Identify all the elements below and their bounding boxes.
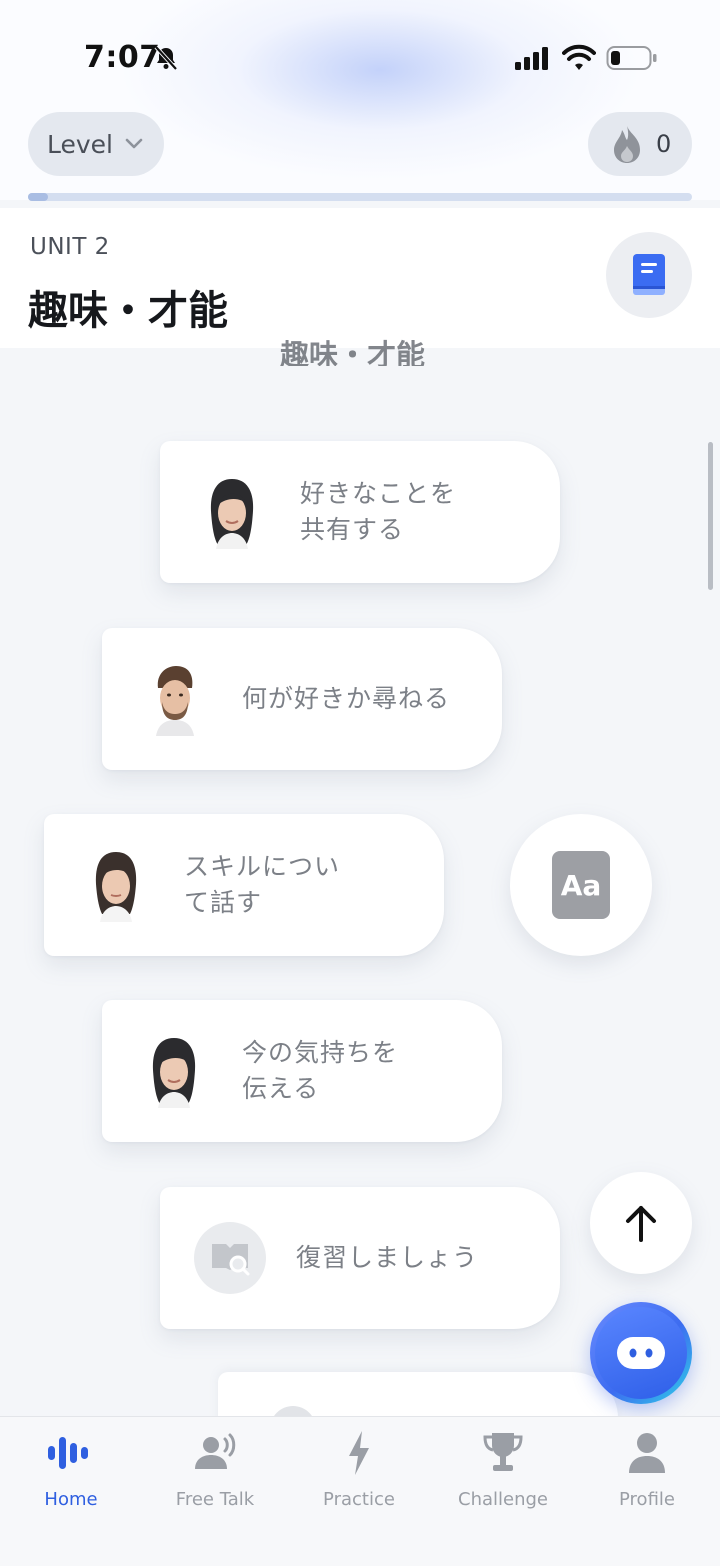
lesson-card-review[interactable]: 復習しましょう	[160, 1187, 560, 1329]
person-icon	[629, 1433, 665, 1473]
unit-header: UNIT 2 趣味・才能	[0, 208, 720, 348]
lesson-card[interactable]: 好きなことを 共有する	[160, 441, 560, 583]
vocabulary-icon: Aa	[552, 851, 610, 919]
lesson-label: 復習しましょう	[296, 1243, 479, 1272]
unit-label: UNIT 2	[30, 234, 110, 260]
tab-label: Practice	[323, 1489, 395, 1510]
flame-icon	[614, 126, 640, 163]
woman-portrait-avatar	[152, 1038, 196, 1108]
lesson-card[interactable]: 何が好きか尋ねる	[102, 628, 502, 770]
voice-wave-icon	[48, 1437, 88, 1469]
lesson-label: スキルについ て話す	[184, 852, 341, 917]
level-progress-fill	[28, 193, 48, 201]
tab-label: Free Talk	[175, 1489, 255, 1510]
status-time: 7:07	[84, 40, 161, 75]
arrow-up-icon	[626, 1206, 656, 1242]
signal-icon	[515, 47, 548, 70]
lightning-icon	[349, 1431, 369, 1475]
assistant-inner	[595, 1307, 687, 1399]
unit-guide-button[interactable]	[606, 232, 692, 318]
speaking-person-icon	[195, 1433, 236, 1469]
level-progress-bar	[28, 193, 692, 201]
lesson-card[interactable]: 今の気持ちを 伝える	[102, 1000, 502, 1142]
status-bar: 7:07	[0, 0, 720, 112]
tab-free-talk[interactable]: Free Talk	[143, 1429, 287, 1519]
tab-home[interactable]: Home	[0, 1429, 143, 1519]
lesson-label: 何が好きか尋ねる	[242, 684, 451, 713]
review-icon-badge	[194, 1222, 266, 1294]
lesson-label: 好きなことを 共有する	[300, 479, 457, 544]
tab-practice[interactable]: Practice	[287, 1429, 431, 1519]
scrollbar[interactable]	[708, 442, 713, 590]
trophy-icon	[483, 1433, 523, 1471]
tab-challenge[interactable]: Challenge	[431, 1429, 575, 1519]
chevron-down-icon	[125, 138, 143, 149]
tab-label: Home	[44, 1489, 98, 1510]
wifi-icon	[562, 44, 596, 70]
scroll-to-top-button[interactable]	[590, 1172, 692, 1274]
tab-profile[interactable]: Profile	[575, 1429, 719, 1519]
level-label: Level	[47, 129, 113, 159]
section-ghost-title: 趣味・才能	[280, 338, 426, 366]
lesson-card[interactable]: スキルについ て話す	[44, 814, 444, 956]
ai-assistant-button[interactable]	[590, 1302, 692, 1404]
vocabulary-button[interactable]: Aa	[510, 814, 652, 956]
tab-label: Profile	[619, 1489, 675, 1510]
level-selector[interactable]: Level	[28, 112, 164, 176]
unit-title: 趣味・才能	[28, 288, 228, 334]
review-search-icon	[212, 1244, 250, 1276]
robot-face-icon	[617, 1337, 665, 1369]
battery-icon	[606, 46, 657, 70]
book-icon	[633, 254, 665, 295]
streak-counter[interactable]: 0	[588, 112, 692, 176]
man-portrait-avatar	[156, 666, 194, 736]
woman-portrait-avatar	[95, 852, 137, 922]
tab-label: Challenge	[458, 1489, 548, 1510]
lesson-label: 今の気持ちを 伝える	[242, 1038, 399, 1103]
streak-count: 0	[656, 130, 672, 158]
bottom-tab-bar: Home Free Talk Practice Challenge Profil…	[0, 1416, 720, 1566]
woman-portrait-avatar	[210, 479, 254, 549]
bell-muted-icon	[154, 45, 178, 71]
